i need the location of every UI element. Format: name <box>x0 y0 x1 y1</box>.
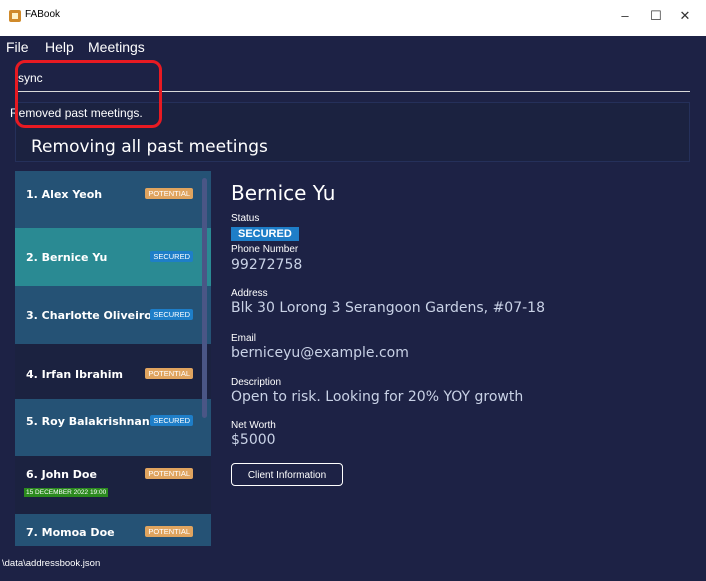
person-card-5[interactable]: 5. Roy Balakrishnan SECURED <box>15 399 211 456</box>
potential-badge: POTENTIAL <box>145 188 193 199</box>
person-name: 4. Irfan Ibrahim <box>26 368 123 381</box>
status-badge: SECURED <box>231 227 299 241</box>
person-card-4[interactable]: 4. Irfan Ibrahim POTENTIAL <box>15 344 211 399</box>
potential-badge: POTENTIAL <box>145 526 193 537</box>
secured-badge: SECURED <box>150 415 193 426</box>
app-window: FABook – ☐ ✕ File Help Meetings sync Rem… <box>0 0 706 581</box>
menu-bar: File Help Meetings <box>0 36 706 60</box>
app-icon <box>9 10 21 22</box>
title-bar: FABook – ☐ ✕ <box>0 0 706 36</box>
potential-badge: POTENTIAL <box>145 468 193 479</box>
meeting-date-tag: 15 DECEMBER 2022 19:00 <box>24 488 109 497</box>
status-bar: \data\addressbook.json <box>0 553 706 581</box>
list-scrollbar[interactable] <box>202 178 207 418</box>
email-label: Email <box>231 333 257 344</box>
phone-label: Phone Number <box>231 244 299 255</box>
person-name: 1. Alex Yeoh <box>26 188 103 201</box>
window-title: FABook <box>25 9 61 20</box>
minimize-icon[interactable]: – <box>615 8 635 24</box>
close-icon[interactable]: ✕ <box>675 8 695 24</box>
person-list[interactable]: 1. Alex Yeoh POTENTIAL 2. Bernice Yu SEC… <box>15 171 211 546</box>
maximize-icon[interactable]: ☐ <box>646 8 666 24</box>
networth-label: Net Worth <box>231 420 276 431</box>
person-name: 3. Charlotte Oliveiro <box>26 309 152 322</box>
menu-meetings[interactable]: Meetings <box>88 39 145 55</box>
secured-badge: SECURED <box>150 251 193 262</box>
client-information-button[interactable]: Client Information <box>231 463 343 486</box>
phone-value: 99272758 <box>231 257 303 273</box>
address-value: Blk 30 Lorong 3 Serangoon Gardens, #07-1… <box>231 300 545 316</box>
secured-badge: SECURED <box>150 309 193 320</box>
potential-badge: POTENTIAL <box>145 368 193 379</box>
person-card-6[interactable]: 6. John Doe POTENTIAL 15 DECEMBER 2022 1… <box>15 456 211 514</box>
menu-help[interactable]: Help <box>45 39 74 55</box>
highlight-outline <box>15 60 162 128</box>
caption-text: Removing all past meetings <box>31 137 268 157</box>
person-card-3[interactable]: 3. Charlotte Oliveiro SECURED <box>15 286 211 344</box>
networth-value: $5000 <box>231 432 276 448</box>
person-name: 5. Roy Balakrishnan <box>26 415 150 428</box>
email-value: berniceyu@example.com <box>231 345 409 361</box>
person-card-2[interactable]: 2. Bernice Yu SECURED <box>15 228 211 286</box>
status-label: Status <box>231 213 260 224</box>
data-file-path: \data\addressbook.json <box>2 558 101 569</box>
menu-file[interactable]: File <box>6 39 29 55</box>
description-label: Description <box>231 377 282 388</box>
detail-person-name: Bernice Yu <box>231 181 336 205</box>
description-value: Open to risk. Looking for 20% YOY growth <box>231 389 524 405</box>
person-card-7[interactable]: 7. Momoa Doe POTENTIAL <box>15 514 211 546</box>
person-name: 6. John Doe <box>26 468 97 481</box>
person-card-1[interactable]: 1. Alex Yeoh POTENTIAL <box>15 171 211 228</box>
person-name: 7. Momoa Doe <box>26 526 115 539</box>
address-label: Address <box>231 288 268 299</box>
person-name: 2. Bernice Yu <box>26 251 108 264</box>
